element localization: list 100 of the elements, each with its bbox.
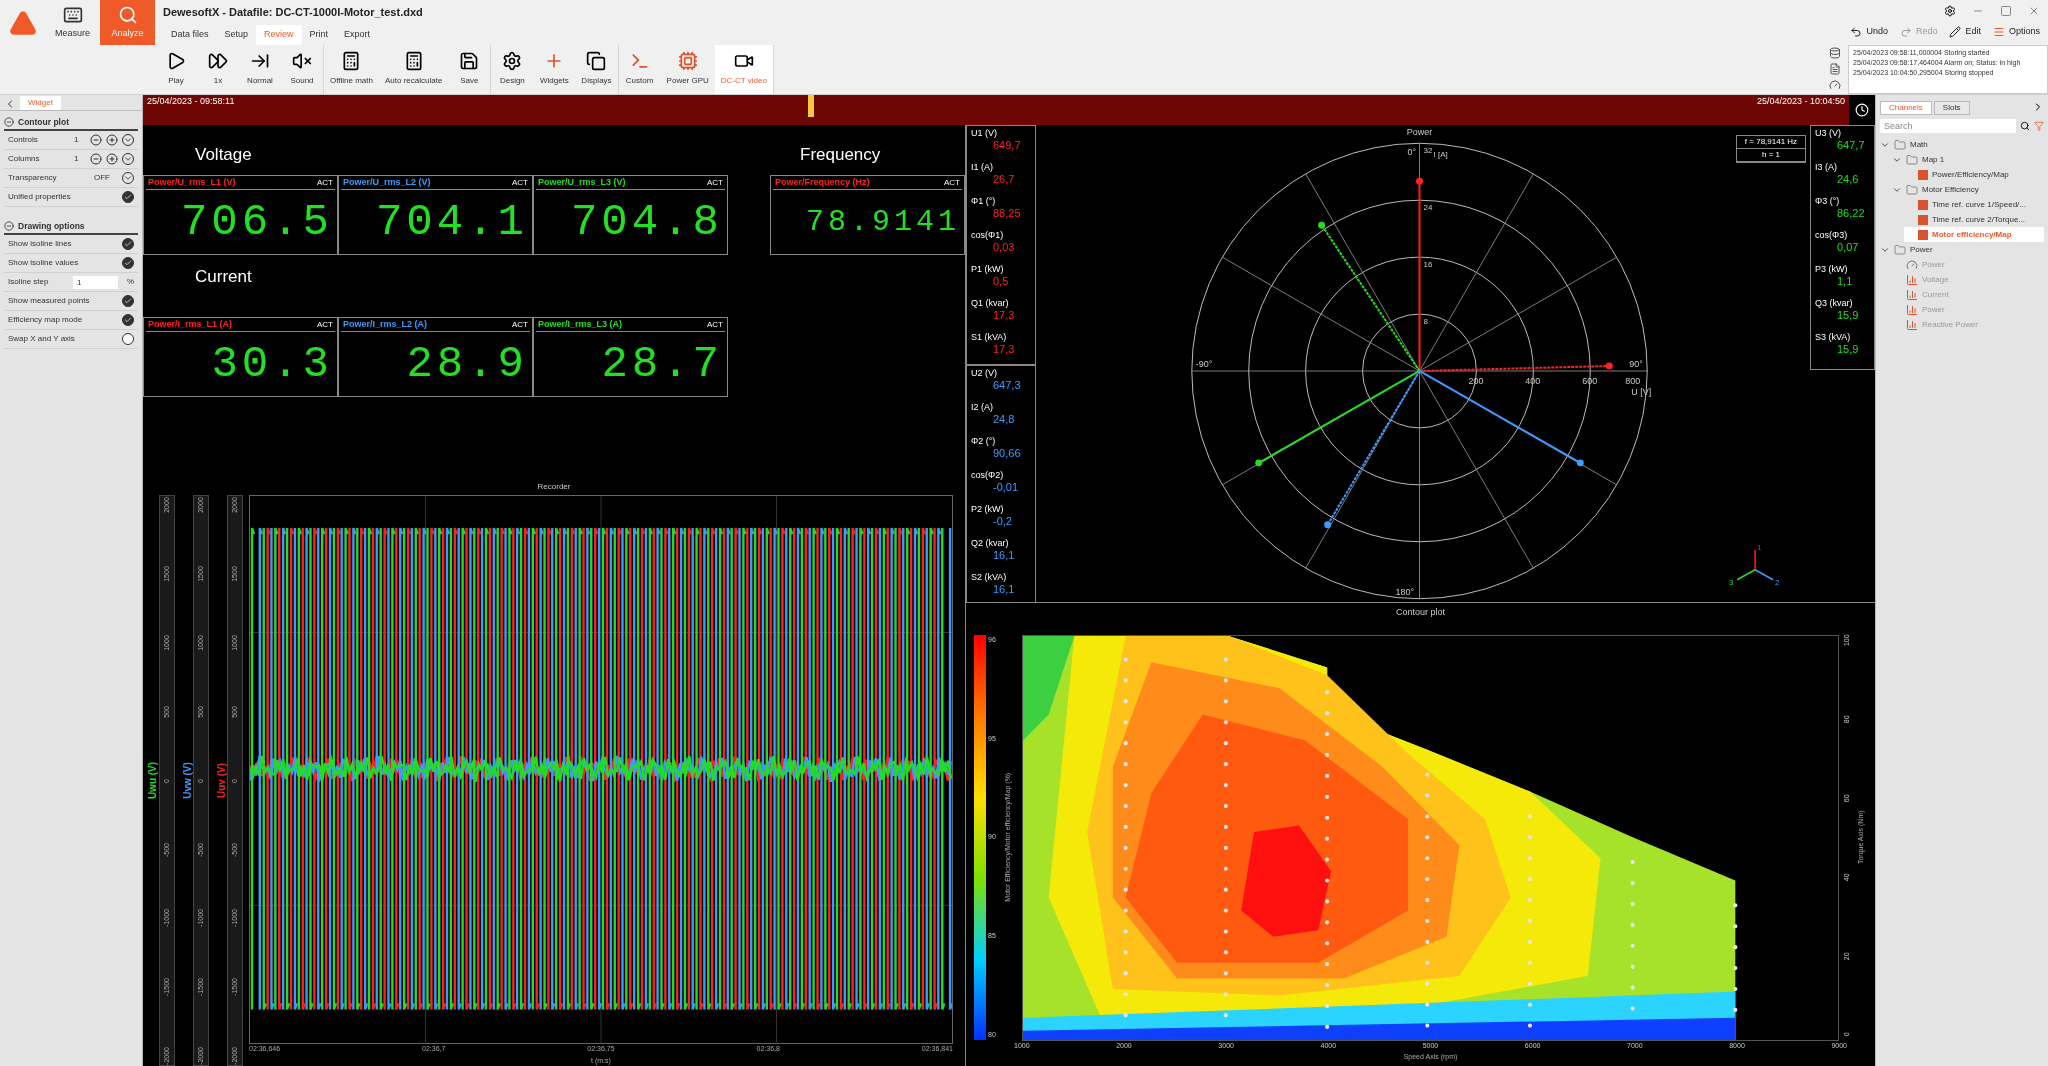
quantity-label: S3 (kVA)	[1815, 332, 1851, 343]
quantity-label: P3 (kW)	[1815, 264, 1848, 275]
quantity-value: 647,7	[1836, 139, 1865, 152]
close-icon[interactable]	[2028, 5, 2040, 17]
channel-name: Power/U_rms_L3 (V)	[538, 175, 626, 189]
quantity-label: Φ1 (°)	[971, 196, 996, 207]
panel-tab[interactable]: Slots	[1933, 101, 1970, 115]
meter-value: 28.7	[601, 342, 723, 386]
axis-label: I [A]	[1433, 150, 1448, 160]
menu-tab[interactable]: Review	[256, 24, 302, 45]
toolbar-button[interactable]: Custom	[618, 44, 661, 94]
option-value: 1	[74, 134, 80, 146]
checkbox[interactable]	[122, 314, 134, 326]
quantity-value: 16,1	[992, 583, 1015, 596]
mode-tab[interactable]: Measure	[45, 0, 100, 45]
tree-item[interactable]: Math	[1880, 137, 2044, 152]
quantity-value: 16,1	[992, 549, 1015, 562]
axis-tick-label: 600	[1582, 375, 1598, 386]
collapse-section-icon[interactable]	[4, 221, 14, 231]
quantity-value: 17,3	[992, 309, 1015, 322]
toolbar-button[interactable]: Displays	[575, 44, 618, 94]
decrement-icon[interactable]	[90, 153, 102, 165]
status-label: ACT	[707, 176, 723, 189]
toolbar-button[interactable]: Auto recalculate	[379, 44, 449, 94]
settings-icon[interactable]	[1944, 5, 1956, 17]
channel-icon	[1918, 229, 1928, 240]
play-icon	[166, 51, 186, 72]
pencil-icon	[1949, 26, 1962, 38]
tree-item[interactable]: Power/Efficiency/Map	[1904, 167, 2044, 182]
angle-label: 180°	[1395, 586, 1415, 597]
checkbox[interactable]	[122, 333, 134, 345]
quantity-value: 24,6	[1836, 173, 1859, 186]
document-icon[interactable]	[1829, 63, 1841, 76]
tree-item[interactable]: Map 1	[1892, 152, 2044, 167]
toolbar-button[interactable]: 1x	[197, 44, 239, 94]
tree-item[interactable]: Motor efficiency/Map	[1904, 227, 2044, 242]
checkbox[interactable]	[122, 191, 134, 203]
input-field[interactable]: 1	[73, 275, 118, 289]
action-button[interactable]: Undo	[1850, 25, 1888, 39]
folder-icon	[1906, 183, 1918, 196]
quantity-value: 649,7	[992, 139, 1021, 152]
menu-tab[interactable]: Print	[301, 24, 337, 45]
quantity-label: Φ2 (°)	[971, 436, 996, 447]
clock-icon[interactable]	[1855, 103, 1869, 117]
toolbar-button[interactable]: DC-CT video	[714, 44, 773, 94]
toolbar-button[interactable]: Design	[491, 44, 534, 94]
menu-tab[interactable]: Data files	[163, 24, 217, 45]
quantity-value: 88,25	[992, 207, 1021, 220]
tree-item[interactable]: Motor Efficiency	[1892, 182, 2044, 197]
action-button[interactable]: Edit	[1949, 25, 1981, 39]
quantity-label: P1 (kW)	[971, 264, 1004, 275]
database-icon[interactable]	[1829, 47, 1841, 60]
menu-tab[interactable]: Setup	[216, 24, 257, 45]
section-title: Contour plot	[18, 115, 69, 129]
quantity-label: Q1 (kvar)	[971, 298, 1009, 309]
quantity-label: U3 (V)	[1815, 128, 1841, 139]
menu-tab[interactable]: Export	[336, 24, 379, 45]
toolbar-button[interactable]: Normal	[239, 44, 281, 94]
folder-icon	[1906, 153, 1918, 166]
check-icon	[124, 297, 132, 305]
collapse-section-icon[interactable]	[4, 117, 14, 127]
action-button[interactable]: Options	[1992, 25, 2040, 39]
check-icon	[124, 193, 132, 201]
status-label: ACT	[512, 176, 528, 189]
bar-chart-icon	[1906, 303, 1918, 316]
toolbar-button[interactable]: Power GPU	[660, 44, 715, 94]
checkbox[interactable]	[122, 257, 134, 269]
timeline-cursor[interactable]	[808, 95, 815, 117]
panel-tab[interactable]: Channels	[1880, 101, 1932, 115]
toolbar-button[interactable]: Play	[155, 44, 197, 94]
increment-icon[interactable]	[106, 134, 118, 146]
search-field[interactable]: Search	[1880, 119, 2016, 133]
tree-item[interactable]: Time ref. curve 1/Speed/...	[1904, 197, 2044, 212]
toolbar-button[interactable]: Widgets	[533, 44, 576, 94]
toolbar-button[interactable]: Save	[448, 44, 491, 94]
tree-item[interactable]: Power	[1880, 242, 2044, 257]
bar-chart-icon	[1906, 273, 1918, 286]
copy-icon	[586, 51, 607, 72]
section-title: Drawing options	[18, 219, 85, 233]
maximize-icon[interactable]	[2000, 5, 2012, 17]
meter-value: 704.1	[375, 200, 528, 244]
gauge-icon[interactable]	[1829, 79, 1841, 92]
option-label: Isoline step	[8, 277, 50, 287]
quantity-label: S1 (kVA)	[971, 332, 1007, 343]
axis-label: Uuv (V)	[214, 763, 228, 799]
quantity-label: cos(Φ2)	[971, 470, 1004, 481]
decrement-icon[interactable]	[90, 134, 102, 146]
toolbar-button[interactable]: Sound	[281, 44, 323, 94]
toolbar-button[interactable]: Offline math	[324, 44, 379, 94]
axis-label: Uvw (V)	[180, 762, 194, 800]
timeline-bar[interactable]: 25/04/2023 - 09:58:11 25/04/2023 - 10:04:50	[143, 95, 1849, 125]
channel-name: Power/I_rms_L3 (A)	[538, 317, 623, 331]
axis-tick-label: 400	[1525, 375, 1541, 386]
option-label: Show measured points	[8, 296, 91, 306]
checkbox[interactable]	[122, 295, 134, 307]
tree-item[interactable]: Time ref. curve 2/Torque...	[1904, 212, 2044, 227]
widget-tab[interactable]: Widget	[20, 96, 61, 110]
checkbox[interactable]	[122, 238, 134, 250]
channel-name: Power/I_rms_L1 (A)	[148, 317, 233, 331]
increment-icon[interactable]	[106, 153, 118, 165]
